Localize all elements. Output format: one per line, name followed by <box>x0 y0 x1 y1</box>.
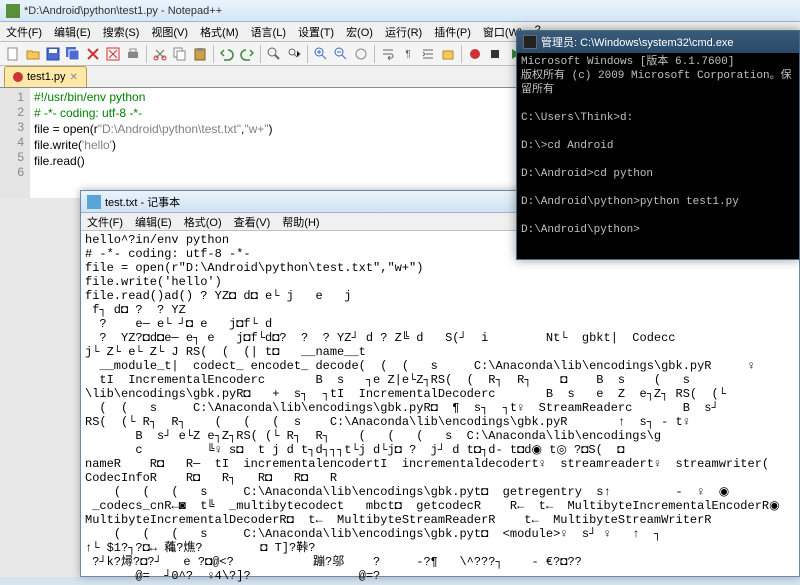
paste-icon[interactable] <box>191 45 209 63</box>
save-all-icon[interactable] <box>64 45 82 63</box>
svg-text:¶: ¶ <box>405 49 410 60</box>
undo-icon[interactable] <box>218 45 236 63</box>
menu-search[interactable]: 搜索(S) <box>97 22 146 41</box>
open-file-icon[interactable] <box>24 45 42 63</box>
np-menu-edit[interactable]: 编辑(E) <box>129 213 178 230</box>
sync-icon[interactable] <box>352 45 370 63</box>
notepad-text-area[interactable]: hello^?in/env python # -*- coding: utf-8… <box>81 231 799 585</box>
cmd-titlebar[interactable]: 管理员: C:\Windows\system32\cmd.exe <box>517 31 799 53</box>
find-icon[interactable] <box>265 45 283 63</box>
replace-icon[interactable] <box>285 45 303 63</box>
menu-file[interactable]: 文件(F) <box>0 22 48 41</box>
cmd-window[interactable]: 管理员: C:\Windows\system32\cmd.exe Microso… <box>516 30 800 260</box>
toolbar-separator <box>146 45 147 63</box>
toolbar-separator <box>213 45 214 63</box>
np-menu-view[interactable]: 查看(V) <box>228 213 277 230</box>
menu-plugins[interactable]: 插件(P) <box>428 22 477 41</box>
line-gutter: 1 2 3 4 5 6 <box>0 88 30 198</box>
tab-close-icon[interactable]: ✕ <box>70 72 78 83</box>
line-number: 5 <box>0 150 24 165</box>
print-icon[interactable] <box>124 45 142 63</box>
zoom-out-icon[interactable] <box>332 45 350 63</box>
new-file-icon[interactable] <box>4 45 22 63</box>
np-menu-format[interactable]: 格式(O) <box>178 213 228 230</box>
menu-language[interactable]: 语言(L) <box>245 22 292 41</box>
npp-app-icon <box>6 4 20 18</box>
line-number: 1 <box>0 90 24 105</box>
cmd-title-text: 管理员: C:\Windows\system32\cmd.exe <box>541 34 734 50</box>
toolbar-separator <box>374 45 375 63</box>
modified-indicator-icon <box>13 72 23 82</box>
notepad-app-icon <box>87 195 101 209</box>
line-number: 6 <box>0 165 24 180</box>
toolbar-separator <box>260 45 261 63</box>
file-tab[interactable]: test1.py ✕ <box>4 66 87 87</box>
np-menu-file[interactable]: 文件(F) <box>81 213 129 230</box>
npp-title-text: *D:\Android\python\test1.py - Notepad++ <box>24 5 222 17</box>
show-all-icon[interactable]: ¶ <box>399 45 417 63</box>
wordwrap-icon[interactable] <box>379 45 397 63</box>
folder-icon[interactable] <box>439 45 457 63</box>
notepad-title-text: test.txt - 记事本 <box>105 194 180 210</box>
npp-titlebar[interactable]: *D:\Android\python\test1.py - Notepad++ <box>0 0 800 22</box>
tab-label: test1.py <box>27 71 66 83</box>
menu-macro[interactable]: 宏(O) <box>340 22 379 41</box>
line-number: 2 <box>0 105 24 120</box>
menu-format[interactable]: 格式(M) <box>194 22 245 41</box>
close-icon[interactable] <box>84 45 102 63</box>
menu-settings[interactable]: 设置(T) <box>292 22 340 41</box>
line-number: 4 <box>0 135 24 150</box>
cmd-app-icon <box>523 35 537 49</box>
indent-icon[interactable] <box>419 45 437 63</box>
record-macro-icon[interactable] <box>466 45 484 63</box>
cut-icon[interactable] <box>151 45 169 63</box>
cmd-output[interactable]: Microsoft Windows [版本 6.1.7600] 版权所有 (c)… <box>517 53 799 239</box>
menu-view[interactable]: 视图(V) <box>145 22 194 41</box>
menu-run[interactable]: 运行(R) <box>379 22 428 41</box>
np-menu-help[interactable]: 帮助(H) <box>276 213 325 230</box>
save-icon[interactable] <box>44 45 62 63</box>
zoom-in-icon[interactable] <box>312 45 330 63</box>
toolbar-separator <box>461 45 462 63</box>
close-all-icon[interactable] <box>104 45 122 63</box>
toolbar-separator <box>307 45 308 63</box>
copy-icon[interactable] <box>171 45 189 63</box>
redo-icon[interactable] <box>238 45 256 63</box>
line-number: 3 <box>0 120 24 135</box>
menu-edit[interactable]: 编辑(E) <box>48 22 97 41</box>
stop-macro-icon[interactable] <box>486 45 504 63</box>
